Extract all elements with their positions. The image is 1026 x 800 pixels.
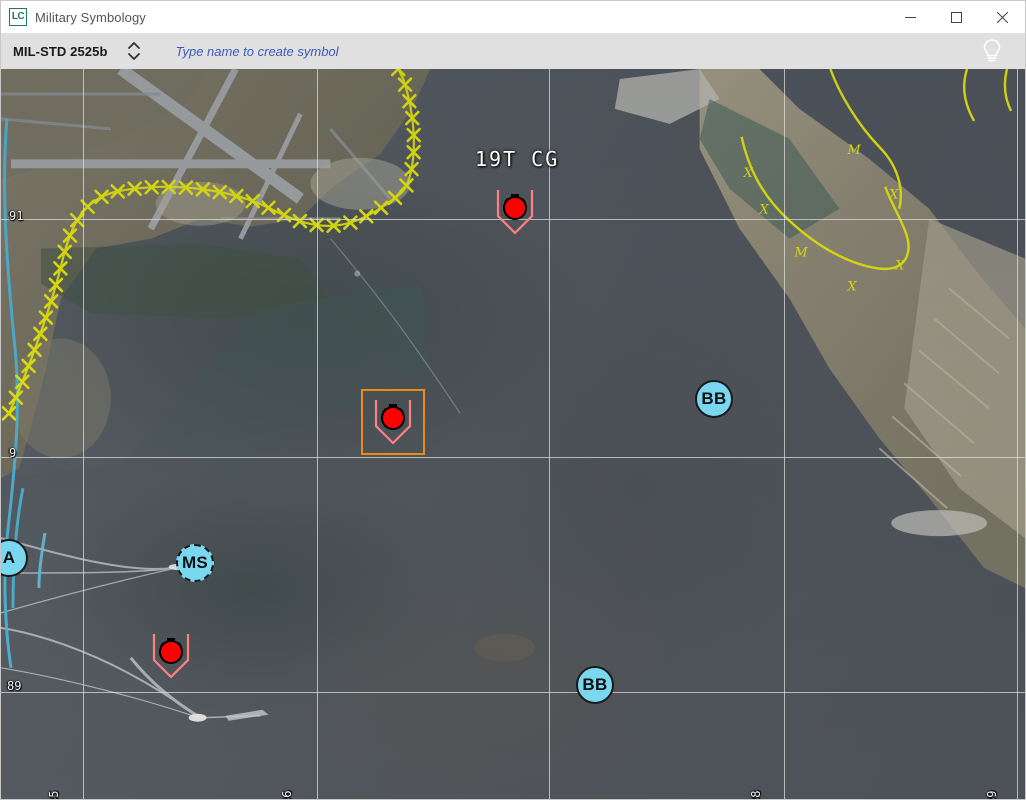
hostile-mine-symbol[interactable] — [487, 186, 543, 253]
symbology-standard-label: MIL-STD 2525b — [13, 43, 108, 59]
application-window: LC Military Symbology MIL-STD 2525b Type… — [0, 0, 1026, 800]
lightbulb-icon[interactable] — [979, 37, 1005, 65]
close-button[interactable] — [979, 1, 1025, 33]
standard-spinner[interactable] — [123, 37, 145, 65]
tactical-symbols-layer: BB BB MS A — [1, 69, 1025, 799]
app-icon: LC — [9, 8, 27, 26]
friendly-circle-symbol[interactable]: MS — [176, 544, 214, 582]
hostile-mine-symbol[interactable] — [365, 396, 421, 463]
hostile-mine-symbol[interactable] — [143, 630, 199, 697]
friendly-circle-symbol[interactable]: A — [1, 539, 28, 577]
toolbar: MIL-STD 2525b — [1, 33, 1025, 69]
window-controls — [887, 1, 1025, 33]
friendly-circle-symbol[interactable]: BB — [695, 380, 733, 418]
maximize-button[interactable] — [933, 1, 979, 33]
symbol-name-input[interactable] — [175, 43, 676, 59]
map-canvas[interactable]: X X M X M X X 9198935363839 19T CG 19T C… — [1, 69, 1025, 799]
title-bar: LC Military Symbology — [1, 1, 1025, 33]
window-title: Military Symbology — [35, 9, 146, 25]
minimize-button[interactable] — [887, 1, 933, 33]
friendly-circle-symbol[interactable]: BB — [576, 666, 614, 704]
